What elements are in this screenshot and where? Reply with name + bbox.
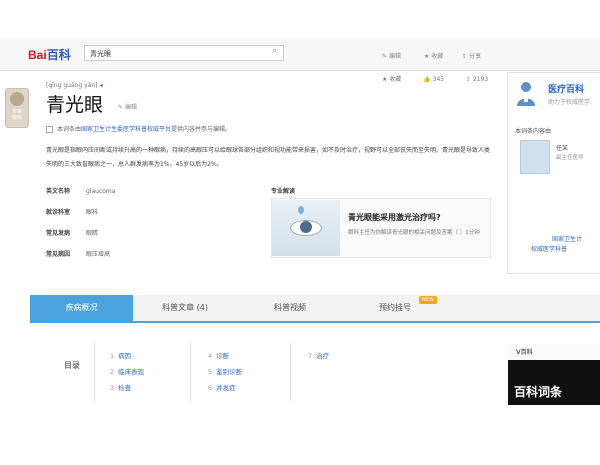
baidu-logo[interactable]: Bai百科 (28, 46, 71, 63)
toc-item[interactable]: 7 治疗 (308, 350, 329, 360)
expert-float-label: 专家 权威 (11, 109, 22, 121)
expert-float-badge[interactable]: 专家 权威 (5, 88, 29, 128)
entry-summary: 青光眼是指眼内压间断或持续升高的一种眼病，持续的高眼压可以给眼球各部分组织和视功… (46, 147, 491, 168)
likes-count: 👍 345 (423, 76, 445, 83)
entry-stats: ★ 收藏 👍 345 ⇪ 2193 (382, 74, 508, 83)
eye-drop-icon (298, 206, 304, 214)
card-link[interactable]: 权威医学科普 (531, 244, 567, 253)
video-description: 眼科主任为你解读青光眼的相关问题及答案（ ）1分钟 (348, 230, 480, 236)
toc-item[interactable]: 5 鉴别诊断 (208, 366, 242, 376)
doctor-title: 副主任医师 (556, 155, 584, 161)
video-thumbnail[interactable] (272, 200, 340, 256)
speaker-icon[interactable]: ◂ (99, 82, 102, 89)
toc-divider (190, 343, 191, 401)
expert-avatar-icon (10, 92, 24, 106)
card-subtitle: 助力于权威医学 (548, 99, 591, 106)
toc-divider (290, 343, 291, 401)
ad-banner-text[interactable]: 百科词条 (514, 383, 562, 400)
toc-item[interactable]: 2 临床表现 (110, 366, 144, 376)
search-icon[interactable]: ⌕ (272, 46, 277, 56)
share-link[interactable]: ⇪ 分享 (462, 51, 481, 60)
info-row: 就诊科室 眼科 (46, 209, 99, 216)
favorite-link[interactable]: ★ 收藏 (424, 51, 443, 60)
doctor-name[interactable]: 任某 (556, 143, 568, 152)
toc-item[interactable]: 3 检查 (110, 382, 131, 392)
doctor-icon (517, 82, 535, 106)
doctor-avatar[interactable] (520, 140, 550, 174)
iris-icon (300, 221, 312, 233)
notice-checkbox-icon (46, 126, 53, 133)
new-badge: NEW (419, 296, 437, 304)
media-label: 专业解读 (271, 188, 296, 195)
card-title[interactable]: 医疗百科 (548, 82, 584, 95)
authority-link[interactable]: 国家卫生计生委医学科普权威平台 (81, 126, 171, 133)
toc-divider (94, 343, 95, 401)
search-input[interactable]: 青光眼 (84, 45, 284, 61)
card-label: 本词条内容由 (515, 128, 552, 135)
title-edit-button[interactable]: ✎ 编辑 (118, 102, 137, 111)
toc-item[interactable]: 1 病因 (110, 350, 131, 360)
edit-link[interactable]: ✎ 编辑 (382, 51, 401, 60)
pinyin: [qīng guāng yǎn] ◂ (46, 82, 103, 89)
toc-item[interactable]: 4 诊断 (208, 350, 229, 360)
authority-notice: 本词条由国家卫生计生委医学科普权威平台提供内容并参与编辑。 (46, 124, 446, 133)
like-button[interactable]: ★ 收藏 (382, 76, 411, 83)
info-row: 常见病因 眼压增高 (46, 251, 111, 258)
info-row: 常见发病 眼睛 (46, 230, 99, 237)
toc-item[interactable]: 6 并发症 (208, 382, 236, 392)
shares-count: ⇪ 2193 (466, 76, 489, 83)
tab-overview[interactable]: 疾病概况 (30, 295, 133, 321)
card-link[interactable]: 国家卫生计 (552, 234, 582, 243)
page-title: 青光眼 (46, 94, 104, 116)
toc-title: 目录 (64, 361, 80, 370)
tab-articles[interactable]: 科普文章 (4) (135, 295, 235, 321)
ad-label: V百科 (516, 349, 533, 356)
video-title[interactable]: 青光眼能采用激光治疗吗? (348, 212, 441, 223)
tab-videos[interactable]: 科普视频 (240, 295, 340, 321)
info-row: 英文名称 glaucoma (46, 188, 116, 195)
